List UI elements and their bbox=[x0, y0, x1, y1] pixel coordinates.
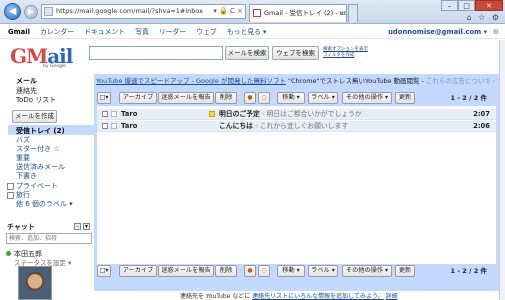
chat-minimize-icon[interactable]: – bbox=[74, 223, 81, 230]
label-color-travel bbox=[7, 192, 14, 199]
row-sender: Taro bbox=[121, 122, 138, 130]
footer-details-link[interactable]: 詳細 bbox=[386, 293, 398, 300]
important-marker-icon[interactable] bbox=[209, 111, 215, 117]
chat-title: チャット bbox=[7, 223, 35, 231]
ad-text: "Chrome"でストレス無いYouTube 動画閲覧 - bbox=[285, 77, 426, 85]
sidebar-item-drafts[interactable]: 下書き bbox=[16, 171, 37, 181]
minimize-icon[interactable]: – bbox=[441, 0, 458, 11]
search-options-link[interactable]: 検索オプションを表示 フィルタを作成 bbox=[323, 47, 368, 59]
address-bar[interactable]: https://mail.google.com/mail/?shva=1#inb… bbox=[41, 4, 246, 19]
account-email[interactable]: udonnomise@gmail.com ▾ bbox=[388, 25, 487, 39]
more-actions-button[interactable]: その他の操作 ▾ bbox=[342, 265, 392, 277]
row-sender: Taro bbox=[121, 110, 138, 118]
ie-tools-icons[interactable]: ⌂ ☆ ⚙ bbox=[466, 13, 501, 22]
delete-button[interactable]: 削除 bbox=[215, 265, 237, 277]
mark-not-important-icon[interactable]: ○ bbox=[258, 92, 270, 104]
top-toolbar: □▾ アーカイブ 迷惑メールを報告 削除 ● ○ 移動 ▾ ラベル ▾ その他の… bbox=[97, 92, 496, 105]
row-subject: 明日のご予定 bbox=[219, 110, 260, 118]
site-icon bbox=[44, 7, 53, 16]
mark-important-icon[interactable]: ● bbox=[244, 92, 256, 104]
table-row[interactable]: Taro こんにちは - これから宜しくお願いします 2:06 bbox=[97, 121, 496, 132]
bottom-toolbar: □▾ アーカイブ 迷惑メールを報告 削除 ● ○ 移動 ▾ ラベル ▾ その他の… bbox=[97, 265, 496, 278]
labels-button[interactable]: ラベル ▾ bbox=[308, 265, 338, 277]
star-icon[interactable] bbox=[111, 123, 117, 129]
delete-button[interactable]: 削除 bbox=[215, 92, 237, 104]
avatar[interactable] bbox=[18, 266, 52, 300]
url-text: https://mail.google.com/mail/?shva=1#inb… bbox=[56, 7, 204, 15]
footer-note: 連絡先を YouTube などに 連絡先リストにいろんな情報を追加してみよう。 … bbox=[180, 291, 398, 300]
archive-button[interactable]: アーカイブ bbox=[119, 92, 157, 104]
forward-icon[interactable]: ▶ bbox=[24, 5, 38, 19]
ad-banner: YouTube 爆速でスピードアップ - Google が開発した無料ソフト "… bbox=[94, 76, 499, 87]
tab-title: Gmail - 受信トレイ (2) - udon... bbox=[264, 9, 346, 17]
search-mail-button[interactable]: メールを検索 bbox=[225, 46, 269, 60]
report-spam-button[interactable]: 迷惑メールを報告 bbox=[158, 265, 214, 277]
row-snippet: - これから宜しくお願いします bbox=[252, 122, 349, 130]
label-color-private bbox=[7, 183, 14, 190]
chat-options-icon[interactable]: ▾ bbox=[83, 223, 90, 230]
maximize-icon[interactable]: □ bbox=[458, 0, 475, 11]
footer-text: 連絡先を YouTube などに bbox=[180, 293, 251, 300]
message-count: 1 - 2 / 2 件 bbox=[450, 94, 487, 102]
row-checkbox[interactable] bbox=[102, 123, 108, 129]
select-checkbox-menu[interactable]: □▾ bbox=[97, 92, 111, 104]
labels-button[interactable]: ラベル ▾ bbox=[308, 92, 338, 104]
star-icon[interactable] bbox=[111, 111, 117, 117]
sidebar-item-mail[interactable]: メール bbox=[16, 76, 37, 86]
browser-toolbar: ◀ ▶ https://mail.google.com/mail/?shva=1… bbox=[0, 0, 505, 24]
ad-link[interactable]: YouTube 爆速でスピードアップ - Google が開発した無料ソフト bbox=[96, 77, 286, 85]
page-scrollbar[interactable] bbox=[499, 40, 505, 300]
report-spam-button[interactable]: 迷惑メールを報告 bbox=[158, 92, 214, 104]
ad-nav-arrows[interactable]: ‹ › bbox=[488, 76, 495, 87]
chat-search-input[interactable]: 検索、追加、招待 bbox=[6, 233, 92, 244]
gmail-logo[interactable]: GMail by Google bbox=[10, 44, 80, 70]
row-time: 2:07 bbox=[473, 110, 490, 118]
window-controls: – □ ✕ bbox=[441, 0, 503, 11]
archive-button[interactable]: アーカイブ bbox=[119, 265, 157, 277]
tab-close-icon[interactable]: × bbox=[339, 5, 344, 21]
gbar-link-calendar[interactable]: カレンダー bbox=[40, 28, 74, 36]
search-input[interactable] bbox=[89, 46, 223, 60]
mark-important-icon[interactable]: ● bbox=[244, 265, 256, 277]
row-subject: こんにちは bbox=[219, 122, 253, 130]
refresh-button[interactable]: 更新 bbox=[395, 265, 415, 277]
google-bar: Gmail カレンダー ドキュメント 写真 リーダー ウェブ もっと見る ▾ u… bbox=[0, 25, 505, 39]
sidebar-item-tasks[interactable]: ToDo リスト bbox=[16, 95, 56, 105]
select-checkbox-menu[interactable]: □▾ bbox=[97, 265, 111, 277]
gear-icon[interactable]: ⚙ bbox=[493, 25, 499, 39]
logo-byline: by Google bbox=[43, 64, 66, 69]
close-window-icon[interactable]: ✕ bbox=[475, 0, 503, 11]
table-row[interactable]: Taro 明日のご予定 - 明日はご都合いかがでしょうか 2:07 bbox=[97, 109, 496, 120]
footer-link[interactable]: 連絡先リストにいろんな情報を追加してみよう。 bbox=[252, 293, 383, 300]
address-buttons[interactable]: ▾ 🔒 C × bbox=[213, 5, 243, 18]
online-status-icon bbox=[6, 251, 11, 256]
more-actions-button[interactable]: その他の操作 ▾ bbox=[342, 92, 392, 104]
gbar-link-photos[interactable]: 写真 bbox=[135, 28, 149, 36]
sidebar-item-more-labels[interactable]: 他 6 個のラベル ▾ bbox=[16, 199, 73, 209]
back-icon[interactable]: ◀ bbox=[4, 3, 21, 20]
row-checkbox[interactable] bbox=[102, 111, 108, 117]
ad-about-link[interactable]: これらの広告について bbox=[426, 77, 491, 85]
message-list: Taro 明日のご予定 - 明日はご都合いかがでしょうか 2:07 Taro こ… bbox=[97, 106, 496, 264]
tab-gmail[interactable]: Gmail - 受信トレイ (2) - udon... × bbox=[249, 4, 347, 22]
mark-not-important-icon[interactable]: ○ bbox=[258, 265, 270, 277]
search-web-button[interactable]: ウェブを検索 bbox=[272, 46, 319, 60]
new-tab-button[interactable] bbox=[348, 4, 358, 22]
move-to-button[interactable]: 移動 ▾ bbox=[277, 265, 305, 277]
message-count: 1 - 2 / 2 件 bbox=[450, 267, 487, 275]
logo-text-main: GM bbox=[10, 44, 48, 68]
gbar-link-more[interactable]: もっと見る ▾ bbox=[227, 28, 267, 36]
row-time: 2:06 bbox=[473, 122, 490, 130]
move-to-button[interactable]: 移動 ▾ bbox=[277, 92, 305, 104]
gmail-favicon-icon bbox=[253, 9, 261, 17]
compose-button[interactable]: メールを作成 bbox=[12, 110, 57, 123]
create-filter-link[interactable]: フィルタを作成 bbox=[323, 53, 368, 59]
gbar-link-docs[interactable]: ドキュメント bbox=[84, 28, 125, 36]
refresh-button[interactable]: 更新 bbox=[395, 92, 415, 104]
mail-panel: YouTube 爆速でスピードアップ - Google が開発した無料ソフト "… bbox=[94, 74, 499, 300]
row-snippet: - 明日はご都合いかがでしょうか bbox=[259, 110, 362, 118]
gbar-link-gmail[interactable]: Gmail bbox=[8, 28, 30, 36]
gbar-link-web[interactable]: ウェブ bbox=[196, 28, 216, 36]
gbar-link-reader[interactable]: リーダー bbox=[159, 28, 186, 36]
